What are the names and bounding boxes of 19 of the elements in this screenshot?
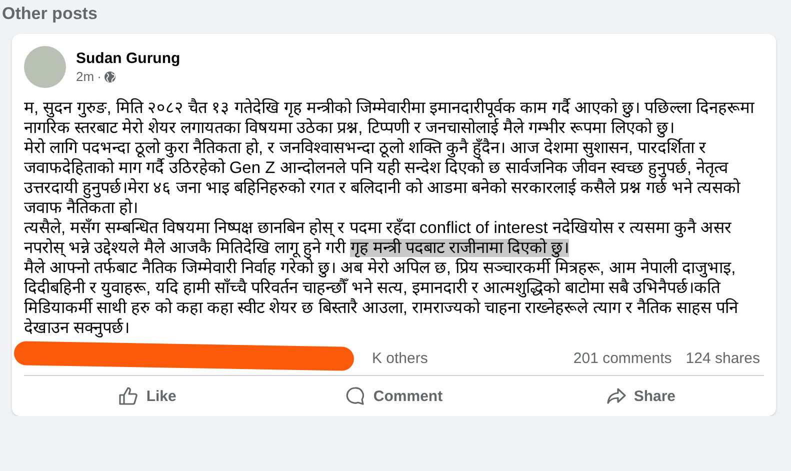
shares-count[interactable]: 124 shares xyxy=(686,350,760,367)
post-text: मैले आफ्नो तर्फबाट नैतिक जिम्मेवारी निर्वाह गरेको छु। अब मेरो अपिल छ, प्रिय सञ्चारकर्मी मित्रहरू, आम नेपाली दाजुभाइ, दिदीबहिनी र युवाहरू, यदि हामी साँच्चै परिवर्तन चाहन्छौँ भने सत्य, इमानदारी र आत्मशुद्धिको बाटोमा सबै उभिनैपर्छ।कति मिडियाकर्मी साथी हरु को कहा कहा स्वीट शेयर छ बिस्तारै आउला, रामराज्यको चाहना राख्नेहरूले त्याग र नैतिक साहस पनि देखाउन सक्नुपर्छ। xyxy=(24,258,740,338)
share-button[interactable]: Share xyxy=(517,380,764,412)
post-time[interactable]: 2m xyxy=(76,69,94,84)
post-text: त्यसैले, मसँग सम्बन्धित विषयमा निष्पक्ष छानबिन होस् र पदमा रहँदा conflict of interest नदेखियोस र त्यसमा कुनै असर नपरोस् भन्ने उद्देश्यले मैले आजकै मितिदेखि लागू हुने गरी गृह मन्त्री पदबाट राजीनामा दिएको छु। xyxy=(24,218,733,258)
globe-icon xyxy=(104,70,116,82)
post-text: मेरो लागि पदभन्दा ठूलो कुरा नैतिकता हो, र जनविश्वासभन्दा ठूलो शक्ति कुनै हुँदैन। आज देशमा सुशासन, पारदर्शिता र जवाफदेहिताको माग गर्दै उठिरहेको Gen Z आन्दोलनले पनि यही सन्देश दिएको छ सार्वजनिक जीवन स्वच्छ हुनुपर्छ, नेतृत्व उत्तरदायी हुनुपर्छ।मेरा ४६ जना भाइ बहिनिहरुको रगत र बलिदानी को आडमा बनेको सरकारलाई कसैले प्रश्न गर्छ भने त्यसको जवाफ नैतिकता हो। xyxy=(24,138,742,218)
like-button[interactable]: Like xyxy=(24,380,271,412)
avatar[interactable] xyxy=(24,46,66,88)
post-text: म, सुदन गुरुङ, मिति २०८२ चैत १३ गतेदेखि गृह मन्त्रीको जिम्मेवारीमा इमानदारीपूर्वक काम गर्दै आएको छु। पछिल्ला दिनहरूमा नागरिक स्तरबाट मेरो शेयर लगायतका विषयमा उठेका प्रश्न, टिप्पणी र जनचासोलाई मैले गम्भीर रूपमा लिएको छु। xyxy=(24,98,756,138)
like-icon xyxy=(118,386,138,406)
comment-button[interactable]: Comment xyxy=(270,380,518,412)
share-arrow-icon xyxy=(606,386,626,406)
reactions-count[interactable]: K others xyxy=(372,350,428,367)
section-title: Other posts xyxy=(2,3,98,25)
separator: · xyxy=(97,69,102,84)
speech-bubble-icon xyxy=(345,386,366,406)
author-name[interactable]: Sudan Gurung xyxy=(76,50,180,67)
comments-count[interactable]: 201 comments xyxy=(573,350,672,367)
